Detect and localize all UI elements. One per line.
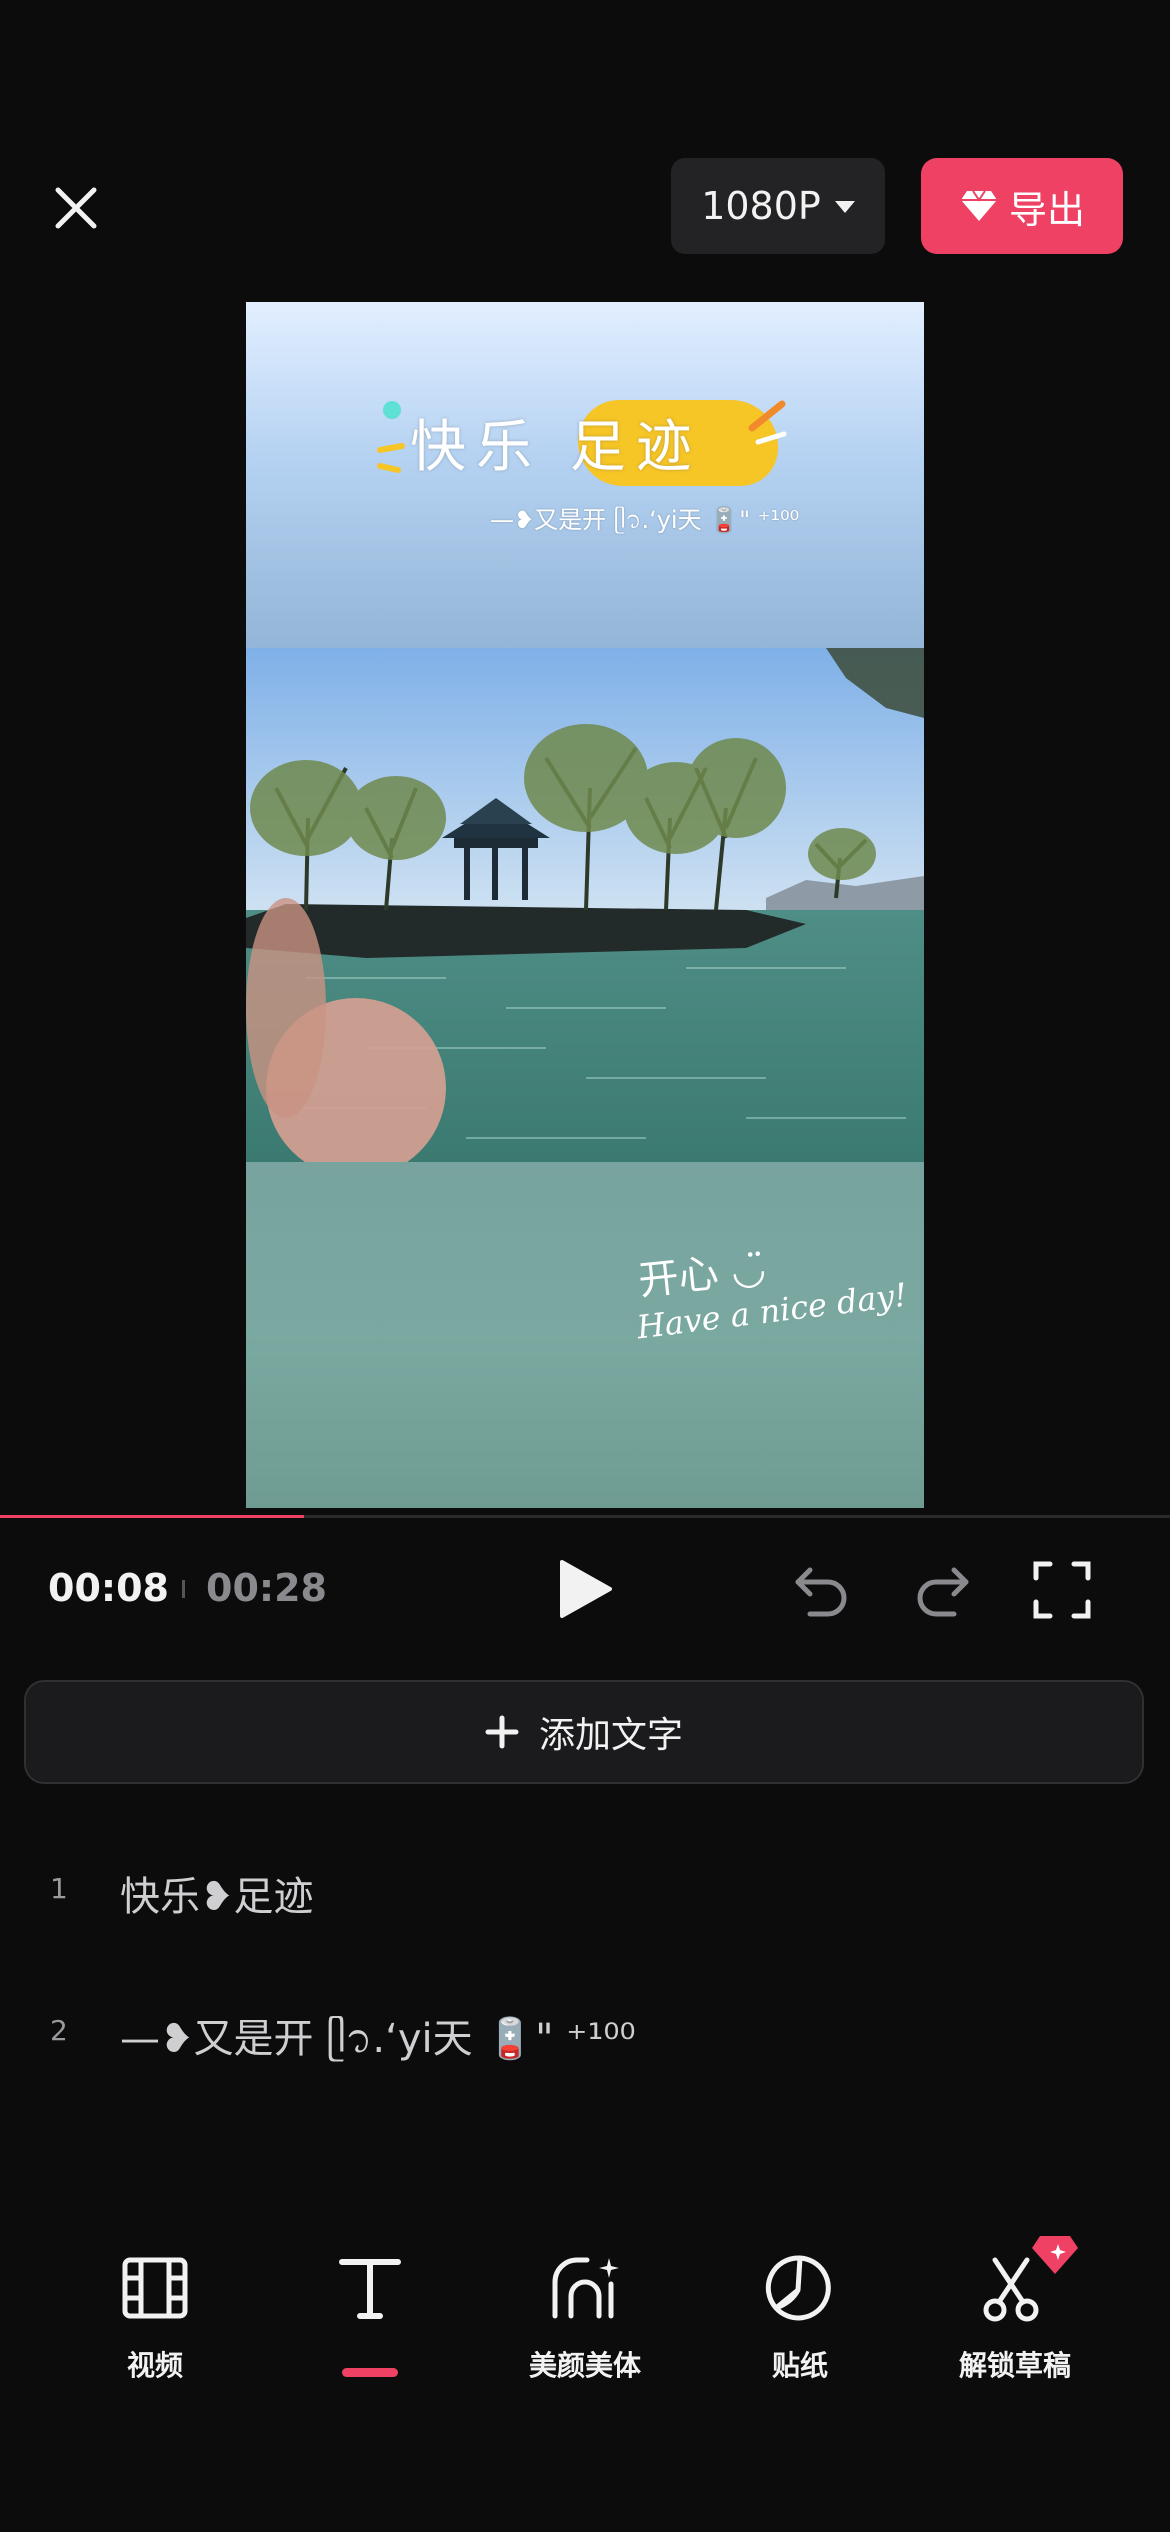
close-icon[interactable] xyxy=(44,176,108,240)
play-icon[interactable] xyxy=(548,1554,618,1624)
text-icon xyxy=(339,2259,401,2319)
redo-icon[interactable] xyxy=(908,1556,976,1624)
export-button[interactable]: 导出 xyxy=(921,158,1123,254)
toolbar-beauty[interactable]: 美颜美体 xyxy=(495,2250,675,2400)
toolbar-sticker-label: 贴纸 xyxy=(771,2349,828,2382)
toolbar-video[interactable]: 视频 xyxy=(65,2250,245,2400)
video-preview[interactable]: 快乐 足迹 —❥又是开 ᥫ᭡.‘yi天 🪫" ⁺¹⁰⁰ 开心 ◡̈ Have a… xyxy=(246,302,924,1508)
accent-stroke-icon xyxy=(748,400,787,445)
diamond-icon xyxy=(960,190,997,221)
toolbar-text[interactable] xyxy=(280,2250,460,2400)
total-time: 00:28 xyxy=(206,1566,327,1610)
text-item-index: 2 xyxy=(50,2014,68,2047)
time-divider xyxy=(182,1580,185,1598)
active-tab-indicator xyxy=(342,2368,398,2377)
toolbar-unlock-draft-label: 解锁草稿 xyxy=(958,2349,1071,2382)
progress-fill xyxy=(0,1515,304,1518)
vip-diamond-icon xyxy=(1032,2236,1078,2274)
preview-bottom-blur xyxy=(246,1162,924,1508)
text-item-index: 1 xyxy=(50,1872,68,1905)
fullscreen-icon[interactable] xyxy=(1028,1556,1096,1624)
text-list-item[interactable]: 2 —❥又是开 ᥫ᭡.‘yi天 🪫" ⁺¹⁰⁰ xyxy=(0,1972,1170,2092)
title-sticker[interactable]: 快乐 足迹 xyxy=(372,394,792,494)
film-icon xyxy=(122,2257,188,2319)
subtitle-sticker[interactable]: —❥又是开 ᥫ᭡.‘yi天 🪫" ⁺¹⁰⁰ xyxy=(490,500,799,546)
caret-down-icon xyxy=(834,201,855,213)
toolbar-video-label: 视频 xyxy=(126,2349,183,2382)
beauty-icon xyxy=(552,2257,619,2319)
title-sticker-text: 快乐 足迹 xyxy=(410,415,702,480)
export-label: 导出 xyxy=(1008,187,1085,232)
photo-lake-pavilion xyxy=(246,648,924,1162)
preview-sky-top: 快乐 足迹 —❥又是开 ᥫ᭡.‘yi天 🪫" ⁺¹⁰⁰ xyxy=(246,302,924,648)
text-item-content: 快乐❥足迹 xyxy=(120,1874,314,1920)
text-list-item[interactable]: 1 快乐❥足迹 xyxy=(0,1830,1170,1950)
plus-icon xyxy=(485,1715,519,1749)
resolution-label: 1080P xyxy=(701,184,821,228)
current-time: 00:08 xyxy=(48,1566,169,1610)
sticker-icon xyxy=(765,2255,831,2321)
undo-icon[interactable] xyxy=(788,1556,856,1624)
sparkle-icon xyxy=(377,401,405,473)
text-item-content: —❥又是开 ᥫ᭡.‘yi天 🪫" ⁺¹⁰⁰ xyxy=(120,2016,636,2062)
resolution-dropdown[interactable]: 1080P xyxy=(671,158,885,254)
lake-photo-image xyxy=(246,648,924,1162)
toolbar-sticker[interactable]: 贴纸 xyxy=(710,2250,890,2400)
toolbar-beauty-label: 美颜美体 xyxy=(528,2349,641,2382)
add-text-button[interactable]: 添加文字 xyxy=(24,1680,1144,1784)
add-text-label: 添加文字 xyxy=(538,1715,683,1756)
